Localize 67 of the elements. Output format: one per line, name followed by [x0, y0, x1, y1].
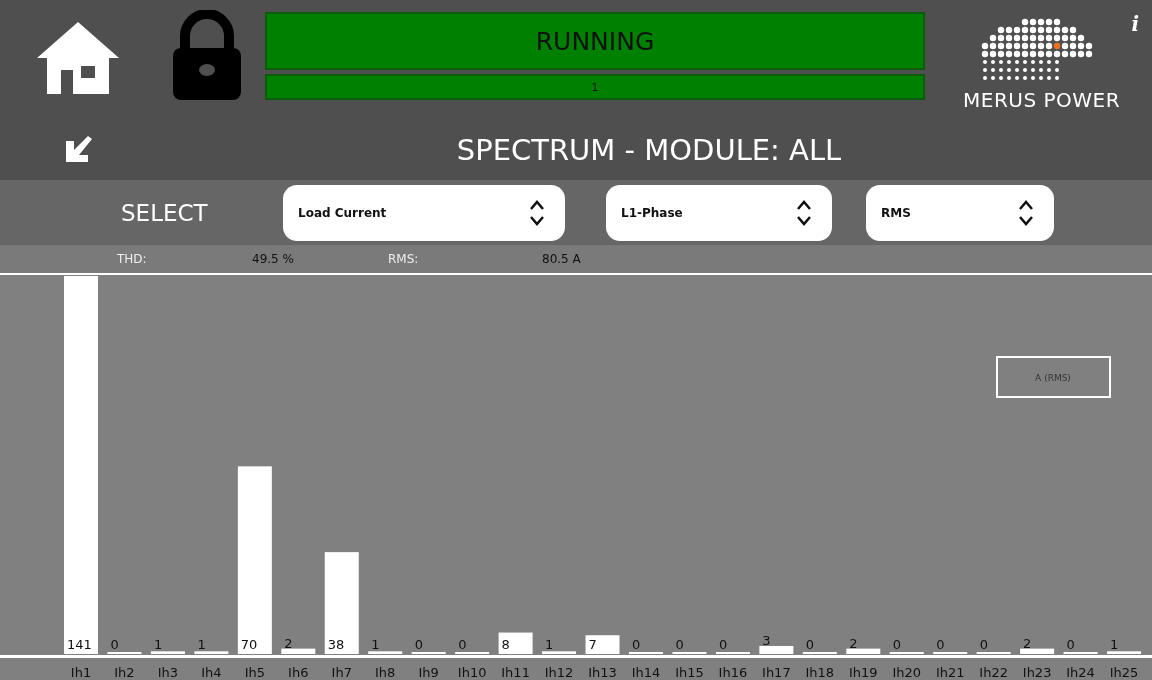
value-label: 38	[327, 637, 345, 652]
value-label: 1	[1110, 637, 1119, 652]
reading-value: 49.5 %	[252, 252, 294, 266]
value-label: 0	[892, 637, 901, 652]
value-label: 7	[588, 637, 597, 652]
reading-label: THD:	[117, 252, 147, 266]
select-label: SELECT	[121, 199, 209, 226]
info-button[interactable]: i	[1131, 12, 1139, 36]
value-label: 0	[718, 637, 728, 652]
brand-name: MERUS POWER	[963, 88, 1121, 112]
reading-label: RMS:	[388, 252, 419, 266]
category-label: Ih13	[588, 665, 617, 680]
category-label: Ih4	[201, 665, 222, 680]
value-label: 141	[67, 637, 92, 652]
page-title: SPECTRUM - MODULE: ALL	[456, 133, 842, 167]
value-label: 0	[458, 637, 467, 652]
value-label: 3	[762, 632, 771, 648]
category-label: Ih9	[418, 665, 439, 680]
status-detail: 1	[265, 74, 925, 100]
category-label: Ih11	[501, 665, 530, 680]
dropdown[interactable]: Load Current	[283, 184, 565, 241]
category-label: Ih19	[848, 665, 878, 680]
legend-label: A (RMS)	[1035, 373, 1071, 383]
category-label: Ih23	[1022, 665, 1052, 680]
lock-icon[interactable]	[171, 10, 243, 102]
value-label: 8	[501, 637, 510, 652]
category-label: Ih5	[244, 665, 265, 680]
home-icon[interactable]	[35, 20, 121, 96]
value-label: 70	[240, 637, 258, 652]
category-label: Ih18	[805, 665, 835, 680]
value-label: 0	[1066, 637, 1075, 652]
value-label: 1	[197, 637, 206, 652]
value-label: 0	[110, 637, 119, 652]
value-label: 0	[632, 637, 641, 652]
value-label: 0	[979, 637, 988, 652]
category-label: Ih14	[631, 665, 661, 680]
category-label: Ih10	[457, 665, 487, 680]
status-label: RUNNING	[265, 12, 925, 70]
value-label: 2	[284, 635, 293, 651]
category-label: Ih22	[979, 665, 1008, 680]
value-label: 0	[675, 637, 684, 652]
value-label: 0	[805, 637, 815, 652]
category-label: Ih16	[718, 665, 748, 680]
reading-value: 80.5 A	[542, 252, 581, 266]
value-label: 1	[153, 637, 163, 652]
category-label: Ih7	[331, 665, 352, 680]
value-label: 0	[936, 637, 945, 652]
dropdown[interactable]: RMS	[866, 184, 1054, 241]
arrow-icon[interactable]	[64, 136, 94, 164]
value-label: 0	[414, 637, 423, 652]
category-label: Ih25	[1109, 665, 1139, 680]
value-label: 2	[849, 635, 858, 651]
category-label: Ih6	[288, 665, 309, 680]
value-label: 1	[545, 637, 554, 652]
category-label: Ih3	[157, 665, 179, 680]
category-label: Ih8	[375, 665, 396, 680]
category-label: Ih2	[114, 665, 135, 680]
category-label: Ih24	[1066, 665, 1095, 680]
category-label: Ih15	[675, 665, 704, 680]
category-label: Ih21	[935, 665, 965, 680]
dropdown[interactable]: L1-Phase	[606, 184, 832, 241]
category-label: Ih17	[762, 665, 791, 680]
value-label: 1	[371, 637, 380, 652]
category-label: Ih20	[892, 665, 922, 680]
category-label: Ih1	[70, 665, 92, 680]
category-label: Ih12	[544, 665, 574, 680]
value-label: 2	[1023, 635, 1032, 651]
